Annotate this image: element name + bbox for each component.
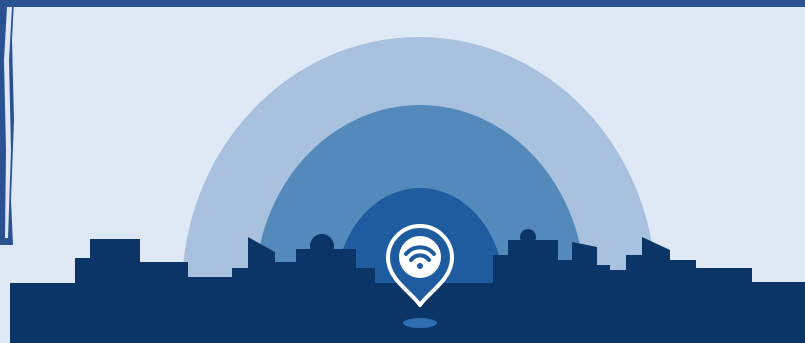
illustration-canvas: [0, 0, 805, 343]
frame-top-border: [0, 0, 805, 7]
wifi-coverage-illustration: [0, 0, 805, 343]
pin-shadow: [403, 318, 437, 328]
